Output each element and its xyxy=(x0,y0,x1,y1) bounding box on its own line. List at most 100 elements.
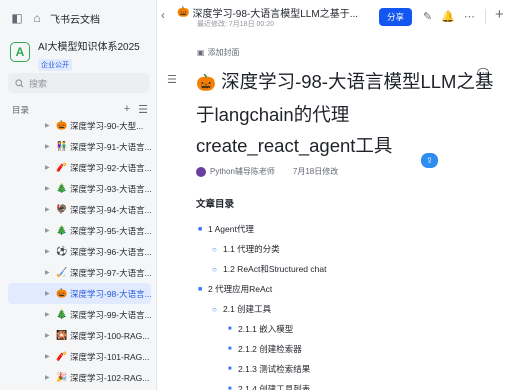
brand-name[interactable]: 飞书云文档 xyxy=(50,11,100,26)
tree-item[interactable]: ▶ 🧨 深度学习-101-RAG... xyxy=(8,346,151,367)
tree-item-emoji: ⚽ xyxy=(56,246,68,256)
doc-title-emoji: 🎃 xyxy=(196,75,216,92)
toc-item[interactable]: ■ 2.1.4 创建工具列表 xyxy=(196,379,506,390)
tree-item-emoji: 🎄 xyxy=(56,183,68,193)
bullet-icon: ○ xyxy=(212,244,217,254)
toc-item-text: 2.1.1 嵌入模型 xyxy=(238,324,294,334)
sync-badge-icon[interactable]: ⇪ xyxy=(421,153,438,168)
expand-caret-icon[interactable]: ▶ xyxy=(45,206,50,213)
sidebar: ◧ ⌂ 飞书云文档 A AI大模型知识体系2025 企业公开 搜索 目录 + ☰… xyxy=(0,0,157,390)
tree-item[interactable]: ▶ 🎇 深度学习-100-RAG... xyxy=(8,325,151,346)
collapse-sidebar-icon[interactable]: ◧ xyxy=(10,11,24,25)
toc-item-text: 1.1 代理的分类 xyxy=(223,244,280,254)
tree-item-emoji: 🧨 xyxy=(56,351,68,361)
search-icon xyxy=(15,78,24,87)
search-input[interactable]: 搜索 xyxy=(8,73,149,93)
author-name[interactable]: Python辅导陈老师 xyxy=(210,166,275,177)
topbar-divider xyxy=(485,9,486,24)
expand-caret-icon[interactable]: ▶ xyxy=(45,122,50,129)
modified-date: 7月18日修改 xyxy=(292,167,339,176)
outline-icon[interactable]: ☰ xyxy=(167,73,177,86)
toc-item[interactable]: ○ 2.1 创建工具 xyxy=(196,299,506,319)
bullet-icon: ■ xyxy=(228,346,232,352)
image-icon: ▣ xyxy=(197,48,205,57)
bullet-icon: ■ xyxy=(228,326,232,332)
doc-breadcrumb-title[interactable]: 🎃 深度学习-98-大语言模型LLM之基于... xyxy=(177,5,358,20)
back-icon[interactable]: ‹ xyxy=(161,8,165,22)
tree-item[interactable]: ▶ 👫 深度学习-91-大语言... xyxy=(8,136,151,157)
bullet-icon: ○ xyxy=(212,304,217,314)
doc-title[interactable]: 🎃 深度学习-98-大语言模型LLM之基于langchain的代理create_… xyxy=(196,66,496,161)
tree-item-label: 深度学习-95-大语言... xyxy=(70,225,151,236)
bullet-icon: ○ xyxy=(212,264,217,274)
table-of-contents: 文章目录 ■ 1 Agent代理 ○ 1.1 代理的分类 ○ 1.2 ReAct和Stru… xyxy=(196,196,506,390)
expand-caret-icon[interactable]: ▶ xyxy=(45,227,50,234)
expand-caret-icon[interactable]: ▶ xyxy=(45,332,50,339)
tree-item-label: 深度学习-92-大语言... xyxy=(70,162,151,173)
tree-item[interactable]: ▶ 🎃 深度学习-98-大语言... xyxy=(8,283,151,304)
toc-item[interactable]: ■ 1 Agent代理 xyxy=(196,219,506,239)
tree-item[interactable]: ▶ 🎄 深度学习-99-大语言... xyxy=(8,304,151,325)
home-icon[interactable]: ⌂ xyxy=(30,11,44,25)
toc-item-text: 1.2 ReAct和Structured chat xyxy=(223,264,327,274)
tree-item[interactable]: ▶ 🧨 深度学习-92-大语言... xyxy=(8,157,151,178)
tree-item-label: 深度学习-90-大型... xyxy=(70,120,144,131)
tree-item-emoji: 🧨 xyxy=(56,162,68,172)
toc-item-text: 2.1.2 创建检索器 xyxy=(238,344,302,354)
toc-item-text: 1 Agent代理 xyxy=(208,224,254,234)
tree-item[interactable]: ▶ 🎃 深度学习-90-大型... xyxy=(8,115,151,136)
toc-item[interactable]: ■ 2.1.2 创建检索器 xyxy=(196,339,506,359)
tree-item[interactable]: ▶ 🏑 深度学习-97-大语言... xyxy=(8,262,151,283)
tree-item[interactable]: ▶ 🦃 深度学习-94-大语言... xyxy=(8,199,151,220)
new-icon[interactable]: + xyxy=(495,6,504,23)
public-badge: 企业公开 xyxy=(38,59,72,71)
tree-item-label: 深度学习-93-大语言... xyxy=(70,183,151,194)
tree-item[interactable]: ▶ ⚽ 深度学习-96-大语言... xyxy=(8,241,151,262)
add-cover-button[interactable]: ▣ 添加封面 xyxy=(197,47,240,58)
expand-caret-icon[interactable]: ▶ xyxy=(45,143,50,150)
tree-item[interactable]: ▶ 🎄 深度学习-93-大语言... xyxy=(8,178,151,199)
doc-title-text: 深度学习-98-大语言模型LLM之基于langchain的代理create_re… xyxy=(196,71,494,156)
tree-item-emoji: 👫 xyxy=(56,141,68,151)
toc-item[interactable]: ■ 2.1.1 嵌入模型 xyxy=(196,319,506,339)
tree-item[interactable]: ▶ 🎉 深度学习-102-RAG... xyxy=(8,367,151,388)
doc-title-short: 深度学习-98-大语言模型LLM之基于... xyxy=(192,9,359,20)
tree-item-label: 深度学习-91-大语言... xyxy=(70,141,151,152)
bullet-icon: ■ xyxy=(228,366,232,372)
tree-item-emoji: 🎄 xyxy=(56,309,68,319)
expand-caret-icon[interactable]: ▶ xyxy=(45,164,50,171)
last-modified: 最近修改: 7月18日 00:20 xyxy=(197,21,275,28)
topbar: ‹ 🎃 深度学习-98-大语言模型LLM之基于... 最近修改: 7月18日 0… xyxy=(157,0,520,33)
expand-caret-icon[interactable]: ▶ xyxy=(45,353,50,360)
search-placeholder: 搜索 xyxy=(29,78,48,89)
tree-item[interactable]: ▶ 🎄 深度学习-95-大语言... xyxy=(8,220,151,241)
bullet-icon: ■ xyxy=(228,386,232,390)
toc-item[interactable]: ○ 1.1 代理的分类 xyxy=(196,239,506,259)
tree-item-emoji: 🎉 xyxy=(56,372,68,382)
tree-item-emoji: 🎃 xyxy=(56,120,68,130)
expand-caret-icon[interactable]: ▶ xyxy=(45,185,50,192)
toc-item[interactable]: ■ 2 代理应用ReAct xyxy=(196,279,506,299)
knowledge-base-header[interactable]: A AI大模型知识体系2025 企业公开 xyxy=(10,40,140,72)
tree-item-label: 深度学习-97-大语言... xyxy=(70,267,151,278)
expand-caret-icon[interactable]: ▶ xyxy=(45,374,50,381)
tree-item-label: 深度学习-99-大语言... xyxy=(70,309,151,320)
toc-item-text: 2.1.3 测试检索结果 xyxy=(238,364,311,374)
expand-caret-icon[interactable]: ▶ xyxy=(45,290,50,297)
bell-icon[interactable]: 🔔 xyxy=(441,10,455,23)
toc-item-text: 2.1 创建工具 xyxy=(223,304,272,314)
share-button[interactable]: 分享 xyxy=(379,8,412,26)
edit-icon[interactable]: ✎ xyxy=(423,10,432,23)
sidebar-header: ◧ ⌂ 飞书云文档 xyxy=(10,9,100,27)
author-avatar[interactable] xyxy=(196,166,206,177)
more-icon[interactable]: ⋯ xyxy=(464,10,475,23)
toc-item-text: 2 代理应用ReAct xyxy=(208,284,273,294)
author-line: Python辅导陈老师 7月18日修改 xyxy=(196,166,338,177)
expand-caret-icon[interactable]: ▶ xyxy=(45,311,50,318)
toc-item[interactable]: ○ 1.2 ReAct和Structured chat xyxy=(196,259,506,279)
expand-caret-icon[interactable]: ▶ xyxy=(45,269,50,276)
expand-caret-icon[interactable]: ▶ xyxy=(45,248,50,255)
toc-item[interactable]: ■ 2.1.3 测试检索结果 xyxy=(196,359,506,379)
tree-item-label: 深度学习-102-RAG... xyxy=(70,372,150,383)
tree-item-emoji: 🏑 xyxy=(56,267,68,277)
